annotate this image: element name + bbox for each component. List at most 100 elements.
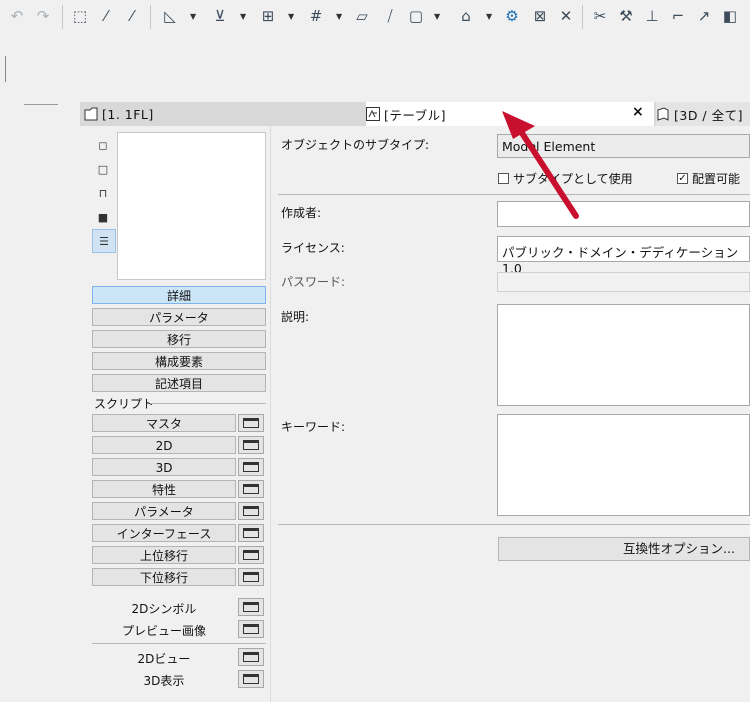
subtype-field[interactable]: Model Element: [497, 134, 750, 158]
redo-icon[interactable]: ↷: [33, 6, 53, 26]
main-toolbar: ↶ ↷ ⬚ ⁄ ⁄ ◺ ▼ ⊻ ▼ ⊞ ▼ # ▼ ▱ ⧸ ▢ ▼ ⌂ ▼ ⚙ …: [0, 0, 750, 34]
grid-settings-icon[interactable]: ⊞: [258, 6, 278, 26]
fill-icon[interactable]: ◧: [720, 6, 740, 26]
measure-icon[interactable]: ⊠: [530, 6, 550, 26]
author-input[interactable]: [497, 201, 750, 227]
table-icon[interactable]: ⊓: [92, 182, 114, 204]
script-2d-button[interactable]: 2D: [92, 436, 236, 454]
trace-icon[interactable]: ⚙: [502, 6, 522, 26]
parameters-button[interactable]: パラメータ: [92, 308, 266, 326]
window-icon[interactable]: [238, 620, 264, 638]
window-icon[interactable]: [238, 670, 264, 688]
details-button[interactable]: 詳細: [92, 286, 266, 304]
license-label: ライセンス:: [281, 241, 345, 255]
script-section-title: スクリプト: [94, 397, 155, 411]
tab-label: [テーブル]: [384, 107, 447, 123]
chevron-down-icon[interactable]: ▼: [434, 12, 440, 21]
inject-icon[interactable]: ⁄: [122, 6, 142, 26]
divider: [24, 104, 58, 105]
info-box-bar: [0, 34, 750, 102]
tab-table[interactable]: [テーブル]: [366, 102, 654, 126]
password-input: [497, 272, 750, 292]
tab-label: [1. 1FL]: [102, 106, 154, 122]
left-panel: [0, 102, 81, 702]
description-textarea[interactable]: [497, 304, 750, 406]
tab-floor-plan[interactable]: [1. 1FL]: [84, 102, 364, 126]
divider: [150, 403, 266, 404]
author-label: 作成者:: [281, 206, 322, 220]
tab-label: [3D / 全て]: [674, 107, 743, 123]
pen-icon[interactable]: ⧸: [380, 6, 400, 26]
corner-icon[interactable]: ⌐: [668, 6, 688, 26]
script-properties-button[interactable]: 特性: [92, 480, 236, 498]
divider: [270, 126, 271, 702]
2d-view-icon[interactable]: ◻: [92, 134, 114, 156]
square-icon[interactable]: □: [92, 158, 114, 180]
window-icon[interactable]: [238, 524, 264, 542]
angle-icon[interactable]: ◺: [160, 6, 180, 26]
window-icon[interactable]: [238, 480, 264, 498]
script-3d-button[interactable]: 3D: [92, 458, 236, 476]
library-part-icon: [366, 107, 380, 121]
script-parameters-button[interactable]: パラメータ: [92, 502, 236, 520]
compatibility-options-button[interactable]: 互換性オプション...: [498, 537, 750, 561]
description-label: 説明:: [281, 310, 310, 324]
checkbox-box[interactable]: [498, 173, 509, 184]
split-icon[interactable]: ✂: [590, 6, 610, 26]
license-field[interactable]: パブリック・ドメイン・デディケーション 1.0: [497, 236, 750, 276]
window-icon[interactable]: [238, 502, 264, 520]
plane-icon[interactable]: ▱: [352, 6, 372, 26]
keywords-label: キーワード:: [281, 420, 346, 434]
window-icon[interactable]: [238, 648, 264, 666]
3d-view-icon: [656, 107, 670, 121]
window-icon[interactable]: [238, 414, 264, 432]
chevron-down-icon[interactable]: ▼: [240, 12, 246, 21]
cross-icon[interactable]: ✕: [556, 6, 576, 26]
chevron-down-icon[interactable]: ▼: [486, 12, 492, 21]
check-icon[interactable]: ✓: [677, 173, 688, 184]
cube-icon[interactable]: ■: [92, 206, 114, 228]
2d-view-label: 2Dビュー: [137, 652, 191, 666]
undo-icon[interactable]: ↶: [7, 6, 27, 26]
details-icon[interactable]: ☰: [92, 229, 116, 253]
pointer-icon[interactable]: ⬚: [70, 6, 90, 26]
toolbar-divider: [582, 5, 583, 29]
use-as-subtype-checkbox[interactable]: サブタイプとして使用: [498, 170, 633, 187]
placeable-checkbox[interactable]: ✓ 配置可能: [677, 170, 740, 187]
tab-3d[interactable]: [3D / 全て]: [656, 102, 750, 126]
window-icon[interactable]: [238, 546, 264, 564]
lock-icon[interactable]: ⌂: [456, 6, 476, 26]
grid-icon[interactable]: #: [306, 6, 326, 26]
chevron-down-icon[interactable]: ▼: [336, 12, 342, 21]
checkbox-label: 配置可能: [692, 172, 741, 186]
close-icon[interactable]: ×: [632, 104, 644, 120]
window-icon[interactable]: [238, 436, 264, 454]
curve-icon[interactable]: ↗: [694, 6, 714, 26]
floor-plan-icon: [84, 107, 98, 121]
divider: [278, 524, 750, 525]
script-master-button[interactable]: マスタ: [92, 414, 236, 432]
toolbar-grip: [5, 56, 6, 82]
window-icon[interactable]: [238, 598, 264, 616]
script-interface-button[interactable]: インターフェース: [92, 524, 236, 542]
keywords-textarea[interactable]: [497, 414, 750, 516]
migration-button[interactable]: 移行: [92, 330, 266, 348]
elevation-icon[interactable]: ⊥: [642, 6, 662, 26]
chevron-down-icon[interactable]: ▼: [190, 12, 196, 21]
display-icon[interactable]: ▢: [406, 6, 426, 26]
descriptors-button[interactable]: 記述項目: [92, 374, 266, 392]
window-icon[interactable]: [238, 458, 264, 476]
eyedropper-icon[interactable]: ⁄: [96, 6, 116, 26]
components-button[interactable]: 構成要素: [92, 352, 266, 370]
checkbox-label: サブタイプとして使用: [513, 172, 633, 186]
divider: [278, 194, 750, 195]
script-forward-migration-button[interactable]: 上位移行: [92, 546, 236, 564]
toolbar-divider: [62, 5, 63, 29]
preview-picture-label: プレビュー画像: [121, 624, 206, 638]
script-backward-migration-button[interactable]: 下位移行: [92, 568, 236, 586]
snap-icon[interactable]: ⊻: [210, 6, 230, 26]
tool-icon[interactable]: ⚒: [616, 6, 636, 26]
window-icon[interactable]: [238, 568, 264, 586]
chevron-down-icon[interactable]: ▼: [288, 12, 294, 21]
2d-symbol-label: 2Dシンボル: [131, 602, 197, 616]
